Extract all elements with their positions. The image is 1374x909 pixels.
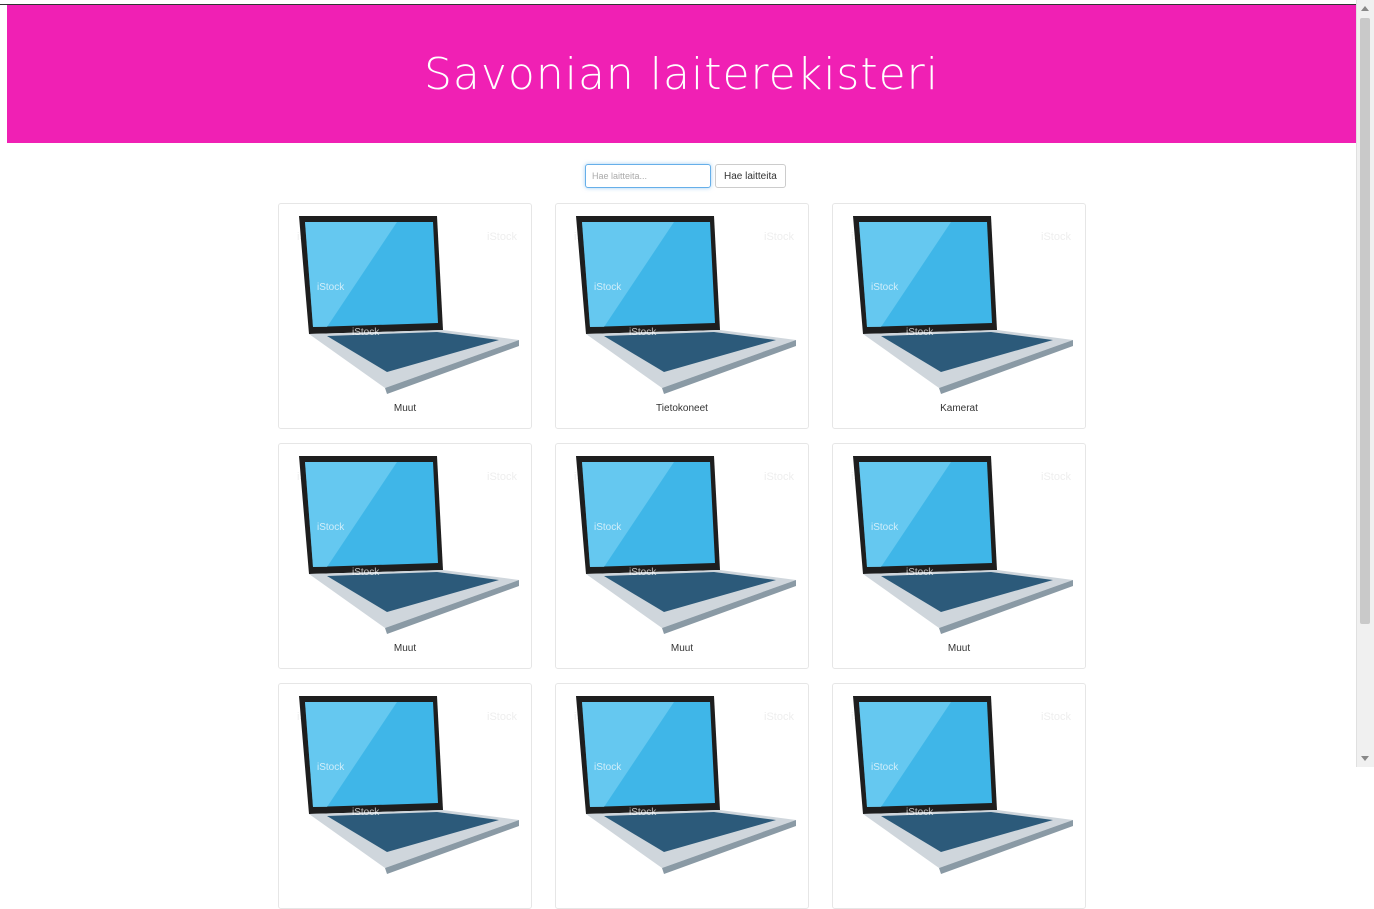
svg-text:iStock: iStock [906, 567, 934, 578]
svg-text:iStock: iStock [764, 711, 794, 723]
laptop-image: iStock iStock iStock iStock [851, 216, 1073, 394]
svg-text:iStock: iStock [352, 327, 380, 338]
laptop-image: iStock iStock iStock iStock [851, 696, 1073, 874]
svg-text:iStock: iStock [317, 282, 345, 293]
svg-text:iStock: iStock [871, 522, 899, 533]
device-card[interactable]: iStock iStock iStock iStock Muut [278, 203, 532, 429]
svg-text:iStock: iStock [1041, 471, 1071, 483]
laptop-image: iStock iStock iStock iStock [574, 216, 796, 394]
device-category-label: Muut [670, 643, 694, 654]
svg-text:iStock: iStock [629, 567, 657, 578]
vertical-scrollbar[interactable] [1356, 0, 1374, 767]
device-category-label: Muut [393, 403, 417, 414]
svg-text:iStock: iStock [1041, 711, 1071, 723]
svg-text:iStock: iStock [1041, 231, 1071, 243]
svg-text:iStock: iStock [317, 522, 345, 533]
search-bar: Hae laitteita [585, 164, 786, 188]
device-card[interactable]: iStock iStock iStock iStock Muut [278, 443, 532, 669]
device-card[interactable]: iStock iStock iStock iStock Muut [555, 443, 809, 669]
svg-text:iStock: iStock [629, 807, 657, 818]
device-grid: iStock iStock iStock iStock Muut iStock … [278, 203, 1088, 909]
svg-text:iStock: iStock [764, 231, 794, 243]
laptop-image: iStock iStock iStock iStock [574, 696, 796, 874]
device-category-label: Muut [947, 643, 971, 654]
device-card[interactable]: iStock iStock iStock iStock Tietokoneet [555, 203, 809, 429]
svg-text:iStock: iStock [906, 807, 934, 818]
svg-text:iStock: iStock [764, 471, 794, 483]
laptop-image: iStock iStock iStock iStock [297, 456, 519, 634]
svg-text:iStock: iStock [352, 807, 380, 818]
scrollbar-thumb[interactable] [1360, 18, 1370, 624]
device-card[interactable]: iStock iStock iStock iStock [832, 683, 1086, 909]
scroll-up-icon[interactable] [1361, 6, 1369, 11]
search-input[interactable] [585, 164, 711, 188]
svg-text:iStock: iStock [594, 522, 622, 533]
device-card[interactable]: iStock iStock iStock iStock [555, 683, 809, 909]
laptop-image: iStock iStock iStock iStock [297, 696, 519, 874]
device-card[interactable]: iStock iStock iStock iStock [278, 683, 532, 909]
scroll-down-icon[interactable] [1361, 756, 1369, 761]
device-category-label: Tietokoneet [656, 403, 708, 414]
svg-text:iStock: iStock [594, 762, 622, 773]
page-header: Savonian laiterekisteri [7, 5, 1356, 143]
laptop-image: iStock iStock iStock iStock [297, 216, 519, 394]
svg-text:iStock: iStock [594, 282, 622, 293]
device-card[interactable]: iStock iStock iStock iStock Muut [832, 443, 1086, 669]
svg-text:iStock: iStock [871, 282, 899, 293]
laptop-image: iStock iStock iStock iStock [574, 456, 796, 634]
svg-text:iStock: iStock [629, 327, 657, 338]
svg-text:iStock: iStock [352, 567, 380, 578]
svg-text:iStock: iStock [906, 327, 934, 338]
device-category-label: Kamerat [940, 403, 978, 414]
page-title: Savonian laiterekisteri [424, 48, 939, 100]
svg-text:iStock: iStock [487, 231, 517, 243]
svg-text:iStock: iStock [487, 471, 517, 483]
svg-text:iStock: iStock [487, 711, 517, 723]
device-card[interactable]: iStock iStock iStock iStock Kamerat [832, 203, 1086, 429]
search-button[interactable]: Hae laitteita [715, 164, 786, 188]
svg-text:iStock: iStock [871, 762, 899, 773]
device-category-label: Muut [393, 643, 417, 654]
laptop-image: iStock iStock iStock iStock [851, 456, 1073, 634]
svg-text:iStock: iStock [317, 762, 345, 773]
